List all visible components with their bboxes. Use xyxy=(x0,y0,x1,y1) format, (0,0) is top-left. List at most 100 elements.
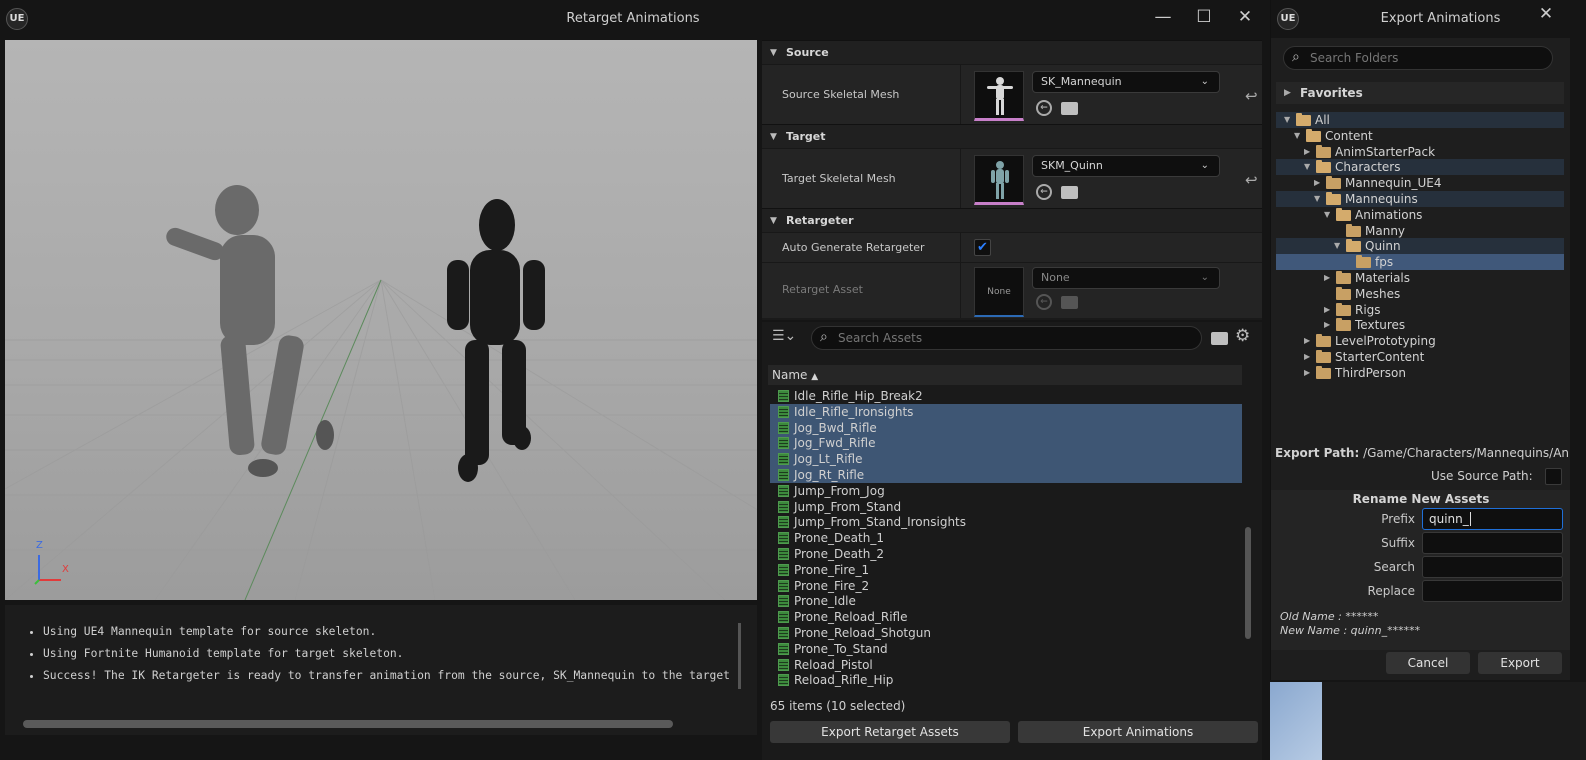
target-section-header[interactable]: ▼ Target xyxy=(762,124,1262,148)
expand-arrow-icon[interactable]: ▶ xyxy=(1304,333,1310,349)
folder-icon[interactable] xyxy=(1211,332,1228,345)
asset-list-item[interactable]: Prone_Reload_Rifle xyxy=(770,609,1242,625)
folder-tree-item[interactable]: ▶ LevelPrototyping xyxy=(1276,333,1564,349)
asset-search-input[interactable] xyxy=(838,329,1188,347)
asset-list-item[interactable]: Prone_Fire_1 xyxy=(770,562,1242,578)
use-source-path-checkbox[interactable] xyxy=(1545,468,1562,485)
collapse-arrow-icon[interactable]: ▼ xyxy=(1304,159,1310,175)
column-splitter[interactable] xyxy=(960,65,961,124)
close-button[interactable]: ✕ xyxy=(1230,6,1260,30)
asset-list-item[interactable]: Jog_Rt_Rifle xyxy=(770,467,1242,483)
asset-list-item[interactable]: Prone_Death_2 xyxy=(770,546,1242,562)
close-button[interactable]: ✕ xyxy=(1531,3,1561,27)
folder-tree-item[interactable]: ▼ All xyxy=(1276,112,1564,128)
target-mesh-thumbnail[interactable] xyxy=(974,155,1024,205)
folder-tree-item[interactable]: ▶ Mannequin_UE4 xyxy=(1276,175,1564,191)
asset-list-item[interactable]: Jog_Fwd_Rifle xyxy=(770,435,1242,452)
retarget-asset-thumbnail[interactable]: None xyxy=(974,267,1024,317)
maximize-button[interactable]: ☐ xyxy=(1189,6,1219,30)
retarget-title-bar[interactable]: UE Retarget Animations — ☐ ✕ xyxy=(0,0,1266,38)
folder-tree-item[interactable]: ▶ AnimStarterPack xyxy=(1276,144,1564,160)
folder-tree-item[interactable]: ▼ Content xyxy=(1276,128,1564,144)
asset-list-scrollbar[interactable] xyxy=(1245,527,1251,639)
use-selected-asset-icon[interactable]: ← xyxy=(1036,294,1052,310)
use-selected-asset-icon[interactable]: ← xyxy=(1036,100,1052,116)
export-animations-button[interactable]: Export Animations xyxy=(1018,721,1258,743)
log-horizontal-scrollbar[interactable] xyxy=(23,720,673,728)
reset-to-default-icon[interactable]: ↩ xyxy=(1245,87,1258,105)
collapse-arrow-icon[interactable]: ▼ xyxy=(1324,207,1330,223)
asset-list-item[interactable]: Prone_Reload_Shotgun xyxy=(770,625,1242,641)
expand-arrow-icon[interactable]: ▶ xyxy=(1304,144,1310,160)
folder-tree-item[interactable]: ▶ ThirdPerson xyxy=(1276,365,1564,381)
source-mesh-combo[interactable]: SK_Mannequin ⌄ xyxy=(1032,71,1220,93)
asset-list-item[interactable]: Prone_Idle xyxy=(770,593,1242,609)
expand-arrow-icon[interactable]: ▶ xyxy=(1324,317,1330,333)
folder-tree-item[interactable]: ▼ Animations xyxy=(1276,207,1564,223)
asset-list-item[interactable]: Jog_Bwd_Rifle xyxy=(770,419,1242,436)
collapse-arrow-icon[interactable]: ▼ xyxy=(1334,238,1340,254)
folder-search-input[interactable] xyxy=(1310,49,1540,67)
asset-list-item[interactable]: Jump_From_Stand xyxy=(770,499,1242,515)
column-splitter[interactable] xyxy=(960,263,961,318)
column-splitter[interactable] xyxy=(960,149,961,208)
column-splitter[interactable] xyxy=(960,233,961,262)
settings-gear-icon[interactable]: ⚙ xyxy=(1235,326,1250,346)
expand-arrow-icon[interactable]: ▶ xyxy=(1324,302,1330,318)
collapse-arrow-icon[interactable]: ▼ xyxy=(1314,191,1320,207)
favorites-header[interactable]: ▶ Favorites xyxy=(1276,82,1564,104)
replace-input[interactable] xyxy=(1422,580,1563,602)
export-retarget-assets-button[interactable]: Export Retarget Assets xyxy=(770,721,1010,743)
source-section-header[interactable]: ▼ Source xyxy=(762,40,1262,64)
folder-tree-item[interactable]: Manny xyxy=(1276,223,1564,239)
viewport[interactable]: Z X xyxy=(5,40,757,600)
collapse-arrow-icon[interactable]: ▼ xyxy=(1294,128,1300,144)
reset-to-default-icon[interactable]: ↩ xyxy=(1245,171,1258,189)
folder-search-box[interactable]: ⌕ xyxy=(1283,46,1553,70)
export-title-bar[interactable]: UE Export Animations ✕ xyxy=(1271,0,1570,38)
asset-list-item[interactable]: Reload_Rifle_Hip xyxy=(770,672,1242,688)
folder-tree-item[interactable]: ▶ Textures xyxy=(1276,317,1564,333)
folder-tree-item[interactable]: ▶ Materials xyxy=(1276,270,1564,286)
folder-tree-item[interactable]: ▼ Characters xyxy=(1276,159,1564,176)
expand-arrow-icon[interactable]: ▶ xyxy=(1314,175,1320,191)
asset-list-item[interactable]: Prone_To_Stand xyxy=(770,641,1242,657)
expand-arrow-icon[interactable]: ▶ xyxy=(1324,270,1330,286)
log-vertical-scrollbar[interactable] xyxy=(738,623,741,689)
asset-search-box[interactable]: ⌕ xyxy=(811,326,1202,350)
target-mesh-combo[interactable]: SKM_Quinn ⌄ xyxy=(1032,155,1220,177)
folder-tree-item[interactable]: ▼ Mannequins xyxy=(1276,191,1564,207)
search-input[interactable] xyxy=(1422,556,1563,578)
asset-list-item[interactable]: Idle_Rifle_Ironsights xyxy=(770,403,1242,420)
asset-list-item[interactable]: Jog_Lt_Rifle xyxy=(770,451,1242,468)
suffix-input[interactable] xyxy=(1422,532,1563,554)
browse-asset-icon[interactable] xyxy=(1061,296,1078,309)
asset-list-item[interactable]: Jump_From_Stand_Ironsights xyxy=(770,514,1242,530)
filter-icon[interactable]: ☰⌄ xyxy=(772,328,796,344)
folder-tree-item[interactable]: fps xyxy=(1276,254,1564,271)
folder-tree-item[interactable]: ▶ Rigs xyxy=(1276,302,1564,318)
folder-tree-item[interactable]: Meshes xyxy=(1276,286,1564,302)
expand-arrow-icon[interactable]: ▶ xyxy=(1304,349,1310,365)
minimize-button[interactable]: — xyxy=(1148,6,1178,30)
use-selected-asset-icon[interactable]: ← xyxy=(1036,184,1052,200)
collapse-arrow-icon[interactable]: ▼ xyxy=(1284,112,1290,128)
folder-tree-item[interactable]: ▶ StarterContent xyxy=(1276,349,1564,365)
auto-generate-checkbox[interactable]: ✔ xyxy=(974,239,991,256)
folder-tree-item[interactable]: ▼ Quinn xyxy=(1276,238,1564,255)
asset-list-item[interactable]: Jump_From_Jog xyxy=(770,483,1242,499)
expand-arrow-icon[interactable]: ▶ xyxy=(1304,365,1310,381)
asset-list-item[interactable]: Idle_Rifle_Hip_Break2 xyxy=(770,388,1242,404)
asset-list-item[interactable]: Reload_Pistol xyxy=(770,657,1242,673)
browse-asset-icon[interactable] xyxy=(1061,102,1078,115)
retargeter-section-header[interactable]: ▼ Retargeter xyxy=(762,208,1262,232)
cancel-button[interactable]: Cancel xyxy=(1386,652,1470,674)
asset-list-item[interactable]: Prone_Death_1 xyxy=(770,530,1242,546)
source-mesh-thumbnail[interactable] xyxy=(974,71,1024,121)
asset-list-item[interactable]: Prone_Fire_2 xyxy=(770,578,1242,594)
browse-asset-icon[interactable] xyxy=(1061,186,1078,199)
export-button[interactable]: Export xyxy=(1478,652,1562,674)
retarget-asset-combo[interactable]: None ⌄ xyxy=(1032,267,1220,289)
prefix-input[interactable]: quinn_ xyxy=(1422,508,1563,530)
list-header-name[interactable]: Name ▲ xyxy=(768,365,1242,385)
